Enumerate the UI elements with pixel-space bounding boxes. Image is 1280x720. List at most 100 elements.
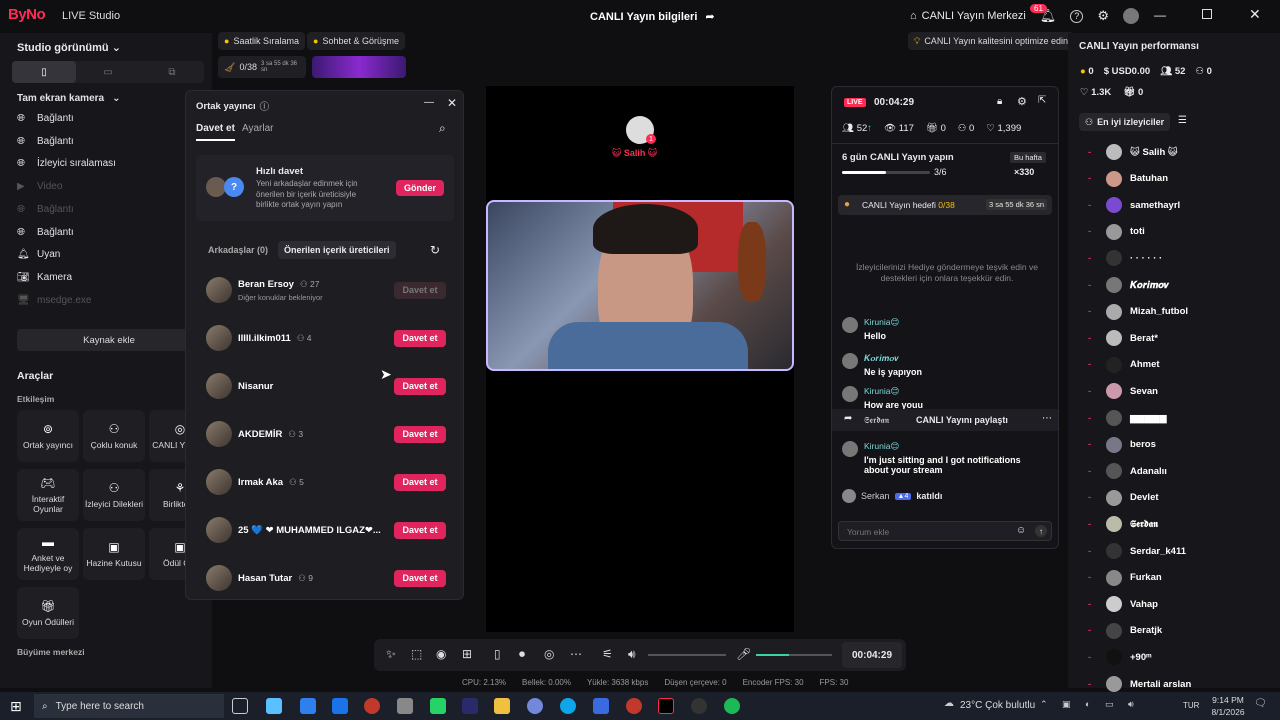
viewer-row[interactable]: - 𝑲𝒐𝒓𝒊𝒎𝒐𝒗 [1088,277,1169,293]
viewer-row[interactable]: - beros [1088,436,1156,453]
clock-time[interactable]: 9:14 PM [1208,695,1248,705]
tab-settings[interactable]: Ayarlar [242,123,274,134]
source-item[interactable]: 🌐︎ Bağlantı [17,136,74,147]
opera-icon[interactable] [626,698,642,714]
chat-meet-tag[interactable]: ● Sohbet & Görüşme [307,32,405,50]
mail-icon[interactable] [332,698,348,714]
effects-icon[interactable]: ✨︎ [386,647,396,662]
mic-icon[interactable]: 🎤︎ [736,647,751,661]
close-icon[interactable]: ✕ [447,96,457,110]
viewer-row[interactable]: - Beratjk [1088,622,1162,639]
viewer-row[interactable]: - Mizah_futbol [1088,303,1188,320]
source-item[interactable]: 🌐︎ Bağlantı [17,204,74,215]
landscape-layout-button[interactable]: ▭ [76,61,140,83]
viewer-row[interactable]: - Adanalıı [1088,463,1167,480]
tool-button[interactable]: ⚇ Çoklu konuk [83,410,145,462]
source-item[interactable]: ▶ Video [17,181,62,192]
viewer-row[interactable]: - ▆▆▆▆▆ [1088,410,1167,426]
tool-button[interactable]: ▬ Anket ve Hediyeyle oy [17,528,79,580]
app-icon[interactable] [593,698,609,714]
search-icon[interactable]: ⌕ [439,121,446,136]
comment-field[interactable]: Yorum ekle ☺ ↑ [838,521,1052,541]
friends-tab[interactable]: Arkadaşlar (0) [208,245,268,255]
source-item[interactable]: 🌐︎ Bağlantı [17,227,74,238]
invite-button[interactable]: Davet et [394,473,446,491]
portrait-layout-button[interactable]: ▯ [12,61,76,83]
list-icon[interactable]: ☰ [1178,115,1187,126]
suggested-tab[interactable]: Önerilen içerik üreticileri [278,241,396,259]
emoji-icon[interactable]: ☺ [1016,525,1026,536]
invite-button[interactable]: Davet et [394,521,446,539]
viewer-row[interactable]: - Furkan [1088,569,1162,586]
multi-layout-button[interactable]: ⧉ [140,61,204,83]
goal-bar[interactable]: ● CANLI Yayın hedefi 0/38 3 sa 55 dk 36 … [838,195,1052,215]
maximize-icon[interactable] [1202,9,1212,19]
volume-slider[interactable] [648,654,726,656]
tool-button[interactable]: 🎮︎ İnteraktif Oyunlar [17,469,79,521]
invite-button[interactable]: Davet et [394,425,446,443]
avatar[interactable] [1122,8,1139,24]
tool-button[interactable]: ▣ Hazine Kutusu [83,528,145,580]
camera-icon[interactable]: ◎ [544,647,554,661]
source-item[interactable]: 🌐︎ İzleyici sıralaması [17,158,116,169]
more-icon[interactable]: ⋯ [1042,413,1052,424]
viewer-row[interactable]: - · · · · · · [1088,250,1162,267]
source-item[interactable]: 📷︎ Kamera [17,272,72,283]
whatsapp-icon[interactable] [430,698,446,714]
obs-icon[interactable] [691,698,707,714]
app-icon[interactable] [397,698,413,714]
viewer-row[interactable]: - toti [1088,223,1145,240]
capture-icon[interactable]: ⬚ [411,647,422,661]
tab-invite[interactable]: Davet et [196,123,235,141]
refresh-icon[interactable]: ↻ [430,243,440,257]
tool-button[interactable]: ⊚ Ortak yayıncı [17,410,79,462]
viewer-row[interactable]: - 𝕾𝖊𝖗𝖉𝖆𝖓 [1088,516,1158,533]
goal-tag[interactable]: 🧹︎ 0/38 3 sa 55 dk 36 sn [218,56,306,78]
quality-tip[interactable]: 💡︎ CANLI Yayın kalitesini optimize edin [908,32,1075,50]
store-icon[interactable] [300,698,316,714]
close-icon[interactable]: ✕ [1249,6,1261,23]
task-view-icon[interactable] [232,698,248,714]
viewer-row[interactable]: - +90ᵐ [1088,649,1151,666]
spotify-icon[interactable] [724,698,740,714]
source-item[interactable]: 🌐︎ Bağlantı [17,113,74,124]
add-source-button[interactable]: Kaynak ekle [17,329,201,351]
folder-icon[interactable] [494,698,510,714]
tool-button[interactable]: ⚇ İzleyici Dilekleri [83,469,145,521]
app-icon[interactable] [364,698,380,714]
send-icon[interactable]: ↑ [1035,525,1047,537]
invite-button[interactable]: Davet et [394,281,446,299]
app-icon[interactable] [462,698,478,714]
viewer-row[interactable]: - Devlet [1088,489,1159,506]
invite-button[interactable]: Davet et [394,329,446,347]
tiktok-icon[interactable] [658,698,674,714]
lock-icon[interactable]: 🔒︎ [997,96,1002,107]
ai-icon[interactable]: ◉ [436,647,446,661]
copilot-icon[interactable] [266,698,282,714]
invite-button[interactable]: Davet et [394,377,446,395]
viewer-row[interactable]: - 😺 Salih 😺 [1088,144,1178,160]
settings-icon[interactable]: ⚙ [1017,95,1027,108]
edge-icon[interactable] [560,698,576,714]
language-indicator[interactable]: TUR [1183,701,1199,710]
live-info-button[interactable]: CANLI Yayın bilgileri ➦ [590,10,715,24]
record-icon[interactable]: ⏺ [519,647,525,662]
invite-button[interactable]: Davet et [394,569,446,587]
hourly-ranking-tag[interactable]: ● Saatlik Sıralama [218,32,305,50]
discord-icon[interactable] [527,698,543,714]
minimize-icon[interactable]: — [1154,8,1166,22]
notification-icon[interactable]: 🗨︎ [1254,698,1267,709]
viewer-row[interactable]: - Vahap [1088,596,1158,613]
portrait-icon[interactable]: ▯ [494,647,501,661]
source-item[interactable]: 🔔︎ Uyan [17,249,60,260]
screen-icon[interactable]: ⊞ [462,647,472,661]
mixer-icon[interactable]: ⚟ [602,647,613,661]
send-button[interactable]: Gönder [396,180,444,196]
more-icon[interactable]: ⋯ [570,647,582,661]
viewer-row[interactable]: - Berat* [1088,330,1158,347]
promo-banner[interactable] [312,56,406,78]
viewer-row[interactable]: - Serdar_k411 [1088,543,1186,559]
viewer-row[interactable]: - Ahmet [1088,356,1160,373]
help-icon[interactable]: ? [1070,9,1084,23]
clock-date[interactable]: 8/1/2026 [1205,707,1251,717]
